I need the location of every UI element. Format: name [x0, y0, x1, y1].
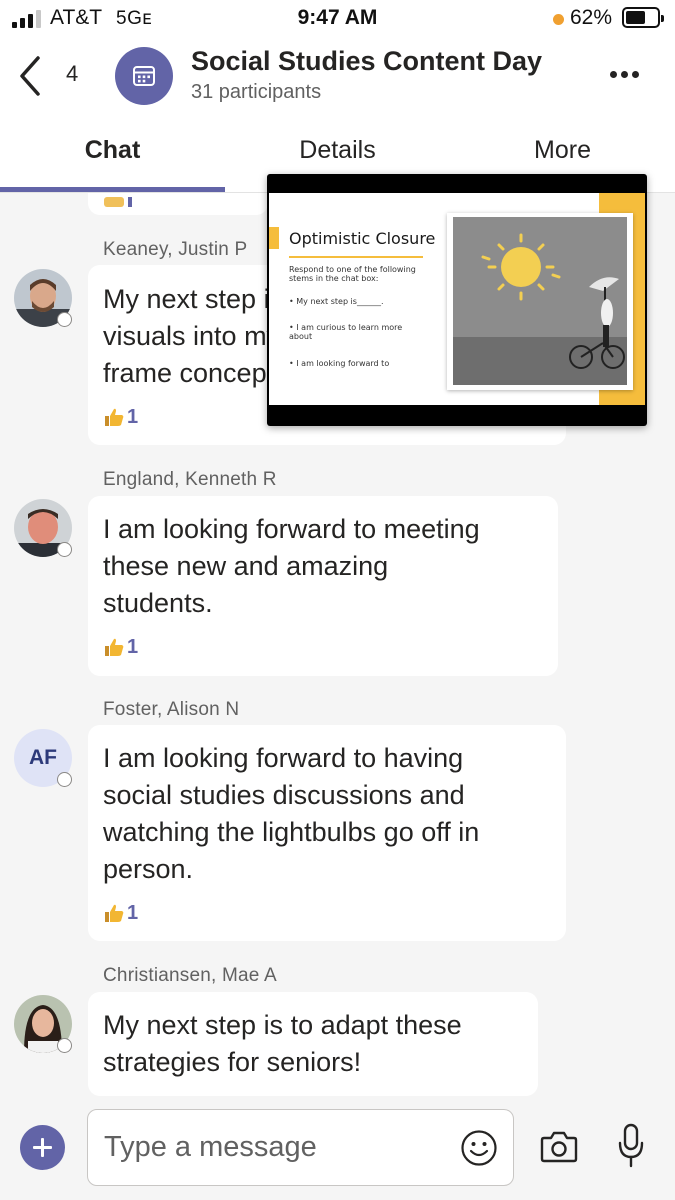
reaction[interactable]: 1 — [103, 634, 138, 660]
message-text: My next step is to adapt these strategie… — [103, 1010, 462, 1077]
microphone-icon[interactable] — [617, 1123, 645, 1169]
thumbs-up-icon — [105, 638, 124, 656]
thumbs-up-icon — [105, 408, 124, 426]
calendar-icon — [133, 66, 155, 86]
plus-icon[interactable] — [20, 1125, 65, 1170]
previous-message-bubble[interactable] — [88, 193, 268, 215]
participant-count[interactable]: 31 participants — [191, 81, 321, 104]
slide-bullet: • I am curious to learn more about — [289, 323, 403, 341]
message-composer — [0, 1100, 675, 1200]
presentation-slide: Optimistic Closure Respond to one of the… — [269, 193, 645, 405]
presence-indicator — [57, 312, 72, 327]
battery-fill — [626, 11, 645, 24]
slide-image — [447, 213, 633, 390]
slide-bullet: • My next step is______. — [289, 297, 384, 306]
emoji-icon[interactable] — [460, 1129, 498, 1167]
presence-indicator — [57, 772, 72, 787]
message-sender: Foster, Alison N — [103, 699, 240, 720]
unread-count: 4 — [66, 61, 79, 86]
reaction[interactable]: 1 — [103, 900, 138, 926]
sun-cyclist-image — [453, 217, 627, 385]
message-text: I am looking forward to meeting these ne… — [103, 514, 480, 618]
back-button[interactable] — [14, 52, 48, 100]
chevron-left-icon — [20, 56, 40, 96]
presence-indicator — [57, 1038, 72, 1053]
meeting-avatar[interactable] — [115, 47, 173, 105]
camera-icon[interactable] — [540, 1128, 578, 1164]
message-text: I am looking forward to having social st… — [103, 743, 480, 884]
slide-bullet: • I am looking forward to — [289, 359, 390, 368]
app-header: AT&T 5Gᴇ 9:47 AM 62% 4 Social Studies Co… — [0, 0, 675, 193]
message-sender: England, Kenneth R — [103, 469, 277, 490]
message-sender: Christiansen, Mae A — [103, 965, 277, 986]
battery-icon — [622, 7, 664, 28]
message-input[interactable] — [104, 1126, 444, 1168]
thumbs-up-icon — [105, 904, 124, 922]
slide-prompt: Respond to one of the following stems in… — [289, 265, 416, 283]
battery-percent: 62% — [570, 6, 613, 29]
tab-chat[interactable]: Chat — [0, 128, 225, 192]
status-bar: AT&T 5Gᴇ 9:47 AM 62% — [0, 0, 675, 38]
shared-content-preview[interactable]: Optimistic Closure Respond to one of the… — [267, 174, 647, 426]
chat-title[interactable]: Social Studies Content Day — [191, 46, 542, 77]
low-power-dot — [553, 14, 564, 25]
slide-title: Optimistic Closure — [289, 229, 436, 248]
reaction[interactable]: 1 — [103, 404, 138, 430]
more-options-button[interactable] — [604, 62, 644, 86]
presence-indicator — [57, 542, 72, 557]
message-input-box[interactable] — [87, 1109, 514, 1186]
message-sender: Keaney, Justin P — [103, 239, 248, 260]
